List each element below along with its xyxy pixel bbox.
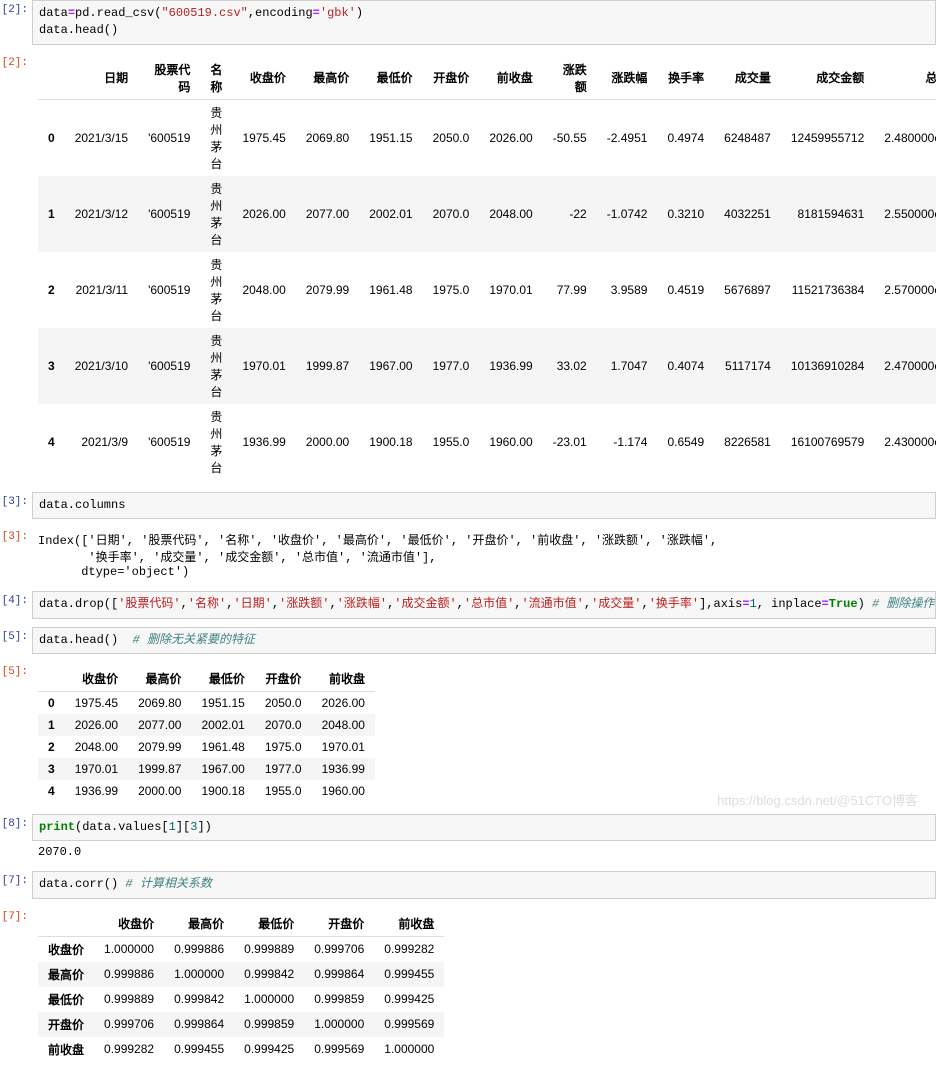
code-content: data=pd.read_csv("600519.csv",encoding='… xyxy=(39,6,363,37)
input-prompt-2: [2]: xyxy=(0,0,32,45)
input-prompt-8: [8]: xyxy=(0,814,32,841)
code-cell-7[interactable]: data.corr() # 计算相关系数 xyxy=(32,871,936,898)
code-content: print(data.values[1][3]) xyxy=(39,820,212,834)
code-content: data.head() # 删除无关紧要的特征 xyxy=(39,633,255,647)
code-cell-8[interactable]: print(data.values[1][3]) xyxy=(32,814,936,841)
output-table-corr: 收盘价最高价最低价开盘价前收盘收盘价1.0000000.9998860.9998… xyxy=(32,907,936,1066)
code-content: data.drop(['股票代码','名称','日期','涨跌额','涨跌幅',… xyxy=(39,597,934,611)
output-table-head-full: 日期股票代码名称收盘价最高价最低价开盘价前收盘涨跌额涨跌幅换手率成交量成交金额总… xyxy=(32,53,936,484)
input-prompt-7: [7]: xyxy=(0,871,32,898)
output-table-head-dropped: 收盘价最高价最低价开盘价前收盘01975.452069.801951.15205… xyxy=(32,662,936,806)
output-prompt-8 xyxy=(0,841,32,863)
code-cell-3[interactable]: data.columns xyxy=(32,492,936,519)
code-content: data.corr() # 计算相关系数 xyxy=(39,877,212,891)
output-prompt-5: [5]: xyxy=(0,662,32,806)
output-print-value: 2070.0 xyxy=(32,841,936,863)
input-prompt-3: [3]: xyxy=(0,492,32,519)
code-content: data.columns xyxy=(39,498,125,512)
output-prompt-7: [7]: xyxy=(0,907,32,1066)
output-prompt-2: [2]: xyxy=(0,53,32,484)
code-cell-5[interactable]: data.head() # 删除无关紧要的特征 xyxy=(32,627,936,654)
output-index-text: Index(['日期', '股票代码', '名称', '收盘价', '最高价',… xyxy=(32,527,936,583)
input-prompt-5: [5]: xyxy=(0,627,32,654)
code-cell-2[interactable]: data=pd.read_csv("600519.csv",encoding='… xyxy=(32,0,936,45)
input-prompt-4: [4]: xyxy=(0,591,32,618)
code-cell-4[interactable]: data.drop(['股票代码','名称','日期','涨跌额','涨跌幅',… xyxy=(32,591,936,618)
output-prompt-3: [3]: xyxy=(0,527,32,583)
